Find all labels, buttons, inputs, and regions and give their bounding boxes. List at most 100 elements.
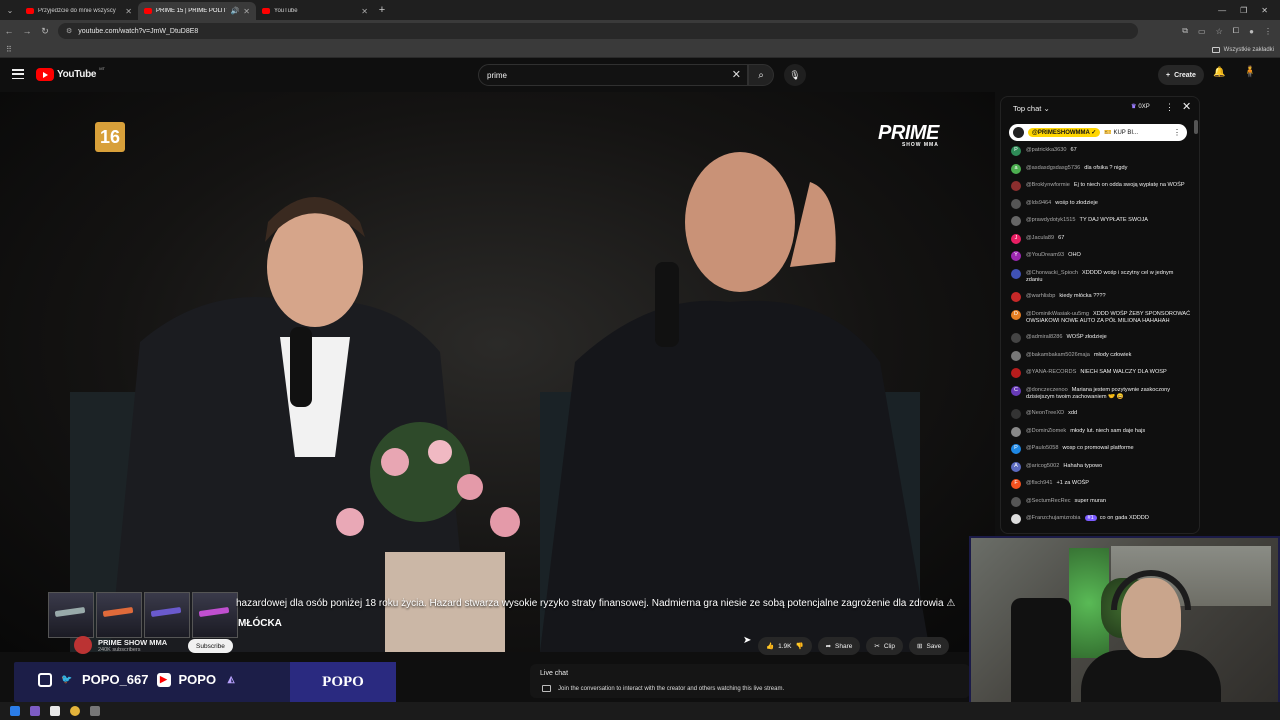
chat-message[interactable]: A @aricog5002 Hahaha typowo bbox=[1011, 461, 1191, 472]
chat-username[interactable]: @prawdydotyk1515 bbox=[1026, 217, 1076, 223]
cast-icon[interactable]: ▭ bbox=[1198, 27, 1206, 36]
chat-username[interactable]: @asdasdgsdasg5736 bbox=[1026, 165, 1080, 171]
chat-username[interactable]: @patrickka3630 bbox=[1026, 147, 1067, 153]
chat-username[interactable]: @YANA-RECORDS bbox=[1026, 369, 1076, 375]
close-tab-icon[interactable]: ✕ bbox=[361, 7, 368, 16]
like-button[interactable]: 👍 1.9K 👎 bbox=[758, 637, 812, 655]
chat-more-icon[interactable]: ⋮ bbox=[1165, 102, 1174, 113]
chat-username[interactable]: @DominZiomek bbox=[1026, 428, 1066, 434]
chat-message[interactable]: @NeonTreeXD xdd bbox=[1011, 409, 1191, 419]
chat-message[interactable]: F @flsch941 +1 za WOŚP bbox=[1011, 479, 1191, 489]
chat-username[interactable]: @Jacula89 bbox=[1026, 235, 1054, 241]
chat-message[interactable]: @Franzchujamizrobia #1 co on gada XDDDD bbox=[1011, 514, 1191, 524]
forward-icon[interactable]: → bbox=[18, 26, 36, 36]
chat-message[interactable]: @lds9464 wośp to złodzieje bbox=[1011, 198, 1191, 209]
chat-message[interactable]: J @Jacula89 67 bbox=[1011, 233, 1191, 244]
save-button[interactable]: ⊞ Save bbox=[909, 637, 950, 655]
back-icon[interactable]: ← bbox=[0, 26, 18, 36]
chat-message[interactable]: @prawdydotyk1515 TY DAJ WYPŁATE SWOJA bbox=[1011, 216, 1191, 226]
voice-search-button[interactable]: 🎙 bbox=[784, 64, 806, 86]
chat-username[interactable]: @lds9464 bbox=[1026, 200, 1051, 206]
chat-message[interactable]: @bakambakam5026maja młody człowiek bbox=[1011, 350, 1191, 361]
tab-2-active[interactable]: PRIME 15 | PRIME POLITYC 🔊 ✕ bbox=[138, 2, 256, 20]
create-button[interactable]: + Create bbox=[1158, 65, 1204, 85]
extensions-icon[interactable]: ⧠ bbox=[1233, 26, 1239, 36]
clear-search-icon[interactable]: ✕ bbox=[732, 68, 741, 81]
close-chat-icon[interactable]: ✕ bbox=[1182, 100, 1191, 113]
chat-username[interactable]: @bakambakam5026maja bbox=[1026, 352, 1090, 358]
tab-3[interactable]: YouTube ✕ bbox=[256, 2, 374, 20]
chat-username[interactable]: @Franzchujamizrobia bbox=[1026, 515, 1081, 521]
account-avatar[interactable]: 🧍 bbox=[1242, 65, 1258, 83]
chat-username[interactable]: @Chorwacki_Spioch bbox=[1026, 270, 1078, 276]
apps-grid-icon[interactable]: ⠿ bbox=[6, 45, 12, 54]
chat-username[interactable]: @warhlisbp bbox=[1026, 293, 1055, 299]
chrome-icon[interactable] bbox=[70, 706, 80, 716]
reload-icon[interactable]: ↻ bbox=[36, 26, 54, 37]
chat-message[interactable]: P @Paulo5058 wosp co promował platforme bbox=[1011, 444, 1191, 454]
tab-search-icon[interactable]: ⌄ bbox=[0, 0, 20, 20]
translate-icon[interactable]: ⧉ bbox=[1182, 26, 1188, 36]
notifications-bell-icon[interactable]: 🔔 bbox=[1213, 67, 1225, 78]
chat-username[interactable]: @DominikWasiak-uu5mg bbox=[1026, 311, 1089, 317]
chat-message-body: @flsch941 +1 za WOŚP bbox=[1026, 480, 1191, 488]
address-bar[interactable]: ⚙ youtube.com/watch?v=JmW_DtuD8E8 bbox=[58, 23, 1138, 39]
chat-username[interactable]: @Broklynwformie bbox=[1026, 182, 1070, 188]
share-button[interactable]: ➦ Share bbox=[817, 637, 861, 655]
dislike-icon[interactable]: 👎 bbox=[795, 642, 803, 650]
channel-name[interactable]: PRIME SHOW MMA bbox=[98, 638, 167, 647]
chat-message[interactable]: P @patrickka3630 67 bbox=[1011, 146, 1191, 156]
clip-button[interactable]: ✂ Clip bbox=[866, 637, 904, 655]
search-button[interactable]: ⌕ bbox=[748, 64, 774, 86]
browser-menu-icon[interactable]: ⋮ bbox=[1264, 27, 1272, 36]
chat-message[interactable]: D @DominikWasiak-uu5mg XDDD WOŚP ŻEBY SPON… bbox=[1011, 309, 1191, 326]
chat-message[interactable]: @admiral8286 WOŚP złodzieje bbox=[1011, 333, 1191, 343]
chat-message[interactable]: @warhlisbp kiedy młócka ???? bbox=[1011, 292, 1191, 302]
chat-username[interactable]: @donczeczenoo bbox=[1026, 387, 1068, 393]
site-info-icon[interactable]: ⚙ bbox=[66, 27, 72, 35]
gambling-disclaimer-ticker: hazardowej dla osób poniżej 18 roku życi… bbox=[236, 598, 956, 609]
pinned-more-icon[interactable]: ⋮ bbox=[1173, 128, 1181, 137]
menu-icon[interactable] bbox=[12, 69, 24, 79]
close-tab-icon[interactable]: ✕ bbox=[125, 7, 132, 16]
chat-mode-selector[interactable]: Top chat ⌄ bbox=[1013, 104, 1050, 113]
channel-avatar[interactable] bbox=[74, 636, 92, 654]
profile-icon[interactable]: ● bbox=[1249, 27, 1254, 36]
chat-message[interactable]: C @donczeczenoo Mariana jestem pozytywnie … bbox=[1011, 385, 1191, 402]
chat-scrollbar[interactable] bbox=[1194, 120, 1198, 134]
new-tab-button[interactable]: + bbox=[374, 4, 390, 16]
chat-username[interactable]: @aricog5002 bbox=[1026, 463, 1059, 469]
chat-username[interactable]: @flsch941 bbox=[1026, 480, 1053, 486]
taskbar-app-icon[interactable] bbox=[50, 706, 60, 716]
xp-badge[interactable]: ♛ 0XP bbox=[1131, 103, 1150, 111]
chat-message[interactable]: Y @YouDream93 OHO bbox=[1011, 251, 1191, 261]
bookmark-star-icon[interactable]: ☆ bbox=[1216, 27, 1223, 36]
chat-username[interactable]: @admiral8286 bbox=[1026, 334, 1062, 340]
minimize-icon[interactable]: — bbox=[1218, 6, 1226, 15]
chat-message[interactable]: @YANA-RECORDS NIECH SAM WALCZY DLA WOSP bbox=[1011, 368, 1191, 378]
subscribe-button[interactable]: Subscribe bbox=[188, 639, 233, 653]
tab-1[interactable]: Przyjedźcie do mnie wszyscy ✕ bbox=[20, 2, 138, 20]
maximize-icon[interactable]: ❐ bbox=[1240, 6, 1247, 15]
chat-message[interactable]: a @asdasdgsdasg5736 dla ofsika ? nigdy bbox=[1011, 163, 1191, 174]
chat-message[interactable]: @SectumRecRec super muran bbox=[1011, 496, 1191, 507]
chat-message[interactable]: @Chorwacki_Spioch XDDDD wośp i sczytny ce… bbox=[1011, 268, 1191, 285]
chat-username[interactable]: @NeonTreeXD bbox=[1026, 410, 1064, 416]
taskbar-app-icon[interactable] bbox=[90, 706, 100, 716]
pinned-text: 🎫 KUP BI... bbox=[1104, 130, 1139, 136]
video-player[interactable]: 16 PRIME SHOW MMA bbox=[0, 92, 995, 652]
chat-username[interactable]: @YouDream93 bbox=[1026, 252, 1064, 258]
search-input[interactable]: prime ✕ bbox=[478, 64, 748, 86]
chat-username[interactable]: @Paulo5058 bbox=[1026, 445, 1058, 451]
speaker-icon[interactable]: 🔊 bbox=[231, 7, 240, 15]
youtube-logo[interactable]: YouTube MT bbox=[36, 66, 105, 81]
pinned-message[interactable]: @PRIMESHOWMMA ✓ 🎫 KUP BI... ⋮ bbox=[1009, 124, 1187, 141]
taskbar-app-icon[interactable] bbox=[30, 706, 40, 716]
chat-message[interactable]: @Broklynwformie Ej to niech on odda swoją… bbox=[1011, 181, 1191, 191]
close-window-icon[interactable]: ✕ bbox=[1261, 6, 1268, 15]
all-bookmarks-button[interactable]: Wszystkie zakładki bbox=[1211, 42, 1274, 58]
start-icon[interactable] bbox=[10, 706, 20, 716]
chat-username[interactable]: @SectumRecRec bbox=[1026, 498, 1071, 504]
close-tab-icon[interactable]: ✕ bbox=[243, 7, 250, 16]
chat-message[interactable]: @DominZiomek młody lut. niech sam daje ha… bbox=[1011, 426, 1191, 437]
